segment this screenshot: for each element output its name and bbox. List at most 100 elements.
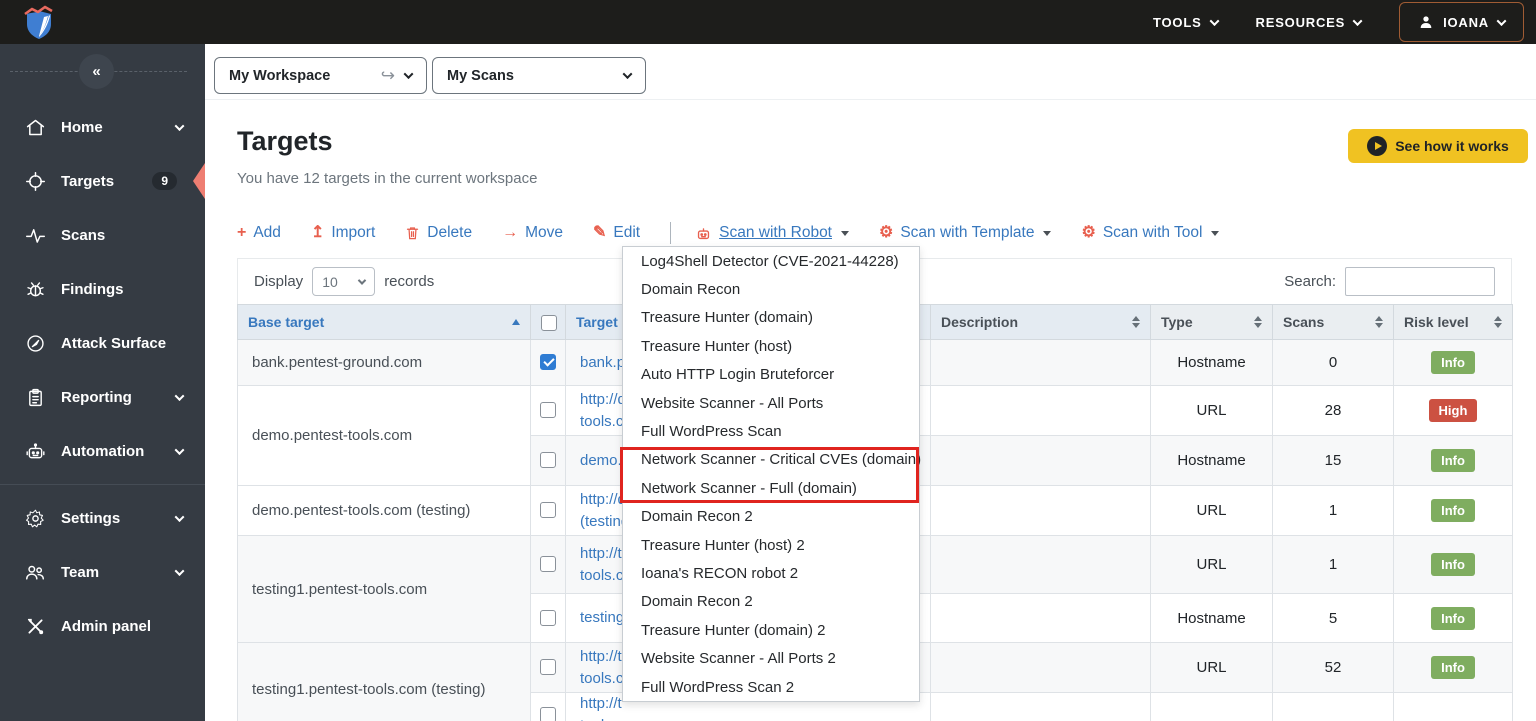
target-link[interactable]: tools.c <box>580 715 930 721</box>
robot-menu-item[interactable]: Domain Recon 2 <box>623 503 919 531</box>
robot-menu-item[interactable]: Full WordPress Scan 2 <box>623 673 919 701</box>
column-header-type[interactable]: Type <box>1150 304 1273 340</box>
workspace-bar: My Workspace ↪ My Scans <box>205 44 1536 100</box>
sort-icon <box>1494 316 1502 328</box>
sidebar-item-label: Home <box>61 118 103 136</box>
row-checkbox-cell <box>530 642 566 693</box>
robot-menu-item[interactable]: Log4Shell Detector (CVE-2021-44228) <box>623 247 919 275</box>
row-checkbox[interactable] <box>540 402 556 419</box>
sidebar-item-home[interactable]: Home <box>0 100 205 154</box>
row-checkbox[interactable] <box>540 556 556 573</box>
sort-ascending-icon <box>512 319 520 325</box>
robot-menu-item[interactable]: Treasure Hunter (domain) <box>623 304 919 332</box>
robot-menu-item[interactable]: Domain Recon <box>623 275 919 303</box>
sidebar-item-label: Settings <box>61 509 121 527</box>
trash-icon <box>405 225 420 241</box>
robot-menu-item[interactable]: Treasure Hunter (host) <box>623 332 919 360</box>
type-cell <box>1150 692 1273 721</box>
sidebar-item-admin-panel[interactable]: Admin panel <box>0 599 205 653</box>
sidebar-item-label: Admin panel <box>61 617 152 635</box>
add-label: Add <box>253 224 281 241</box>
column-header-scans[interactable]: Scans <box>1272 304 1394 340</box>
sidebar-item-automation[interactable]: Automation <box>0 424 205 478</box>
row-checkbox[interactable] <box>540 452 556 469</box>
see-how-it-works-label: See how it works <box>1395 138 1509 154</box>
risk-cell: High <box>1393 385 1513 436</box>
description-cell <box>930 593 1151 643</box>
scan-with-template-label: Scan with Template <box>900 224 1035 241</box>
scan-with-robot-button[interactable]: Scan with Robot <box>695 224 849 242</box>
row-checkbox-cell <box>530 485 566 536</box>
row-checkbox[interactable] <box>540 502 556 519</box>
chevron-down-icon <box>174 565 185 576</box>
robot-menu-item[interactable]: Treasure Hunter (domain) 2 <box>623 616 919 644</box>
search-input[interactable] <box>1345 267 1495 296</box>
import-button[interactable]: ↥ Import <box>311 224 375 242</box>
page-length-value: 10 <box>322 273 338 290</box>
shield-logo-icon <box>20 3 58 41</box>
scan-with-tool-button[interactable]: ⚙ Scan with Tool <box>1081 224 1220 242</box>
row-checkbox[interactable] <box>540 706 556 721</box>
robot-menu-item[interactable]: Network Scanner - Full (domain) <box>623 474 919 502</box>
scan-with-template-button[interactable]: ⚙ Scan with Template <box>879 224 1052 242</box>
collapse-sidebar-button[interactable]: « <box>79 54 114 89</box>
sidebar-item-settings[interactable]: Settings <box>0 491 205 545</box>
row-checkbox[interactable] <box>540 659 556 676</box>
divider <box>0 484 205 485</box>
description-cell <box>930 535 1151 594</box>
select-all-checkbox[interactable] <box>541 314 557 331</box>
sidebar-item-attack-surface[interactable]: Attack Surface <box>0 316 205 370</box>
risk-cell: Info <box>1393 485 1513 536</box>
nav-tools[interactable]: TOOLS <box>1153 14 1219 30</box>
sidebar-item-label: Scans <box>61 226 106 244</box>
robot-menu-item[interactable]: Treasure Hunter (host) 2 <box>623 531 919 559</box>
plus-icon: + <box>237 224 247 241</box>
select-all-header[interactable] <box>530 304 566 340</box>
sidebar-item-scans[interactable]: Scans <box>0 208 205 262</box>
user-menu[interactable]: IOANA <box>1399 2 1524 42</box>
share-arrow-icon: ↪ <box>380 65 395 85</box>
home-icon <box>24 116 46 138</box>
chevron-down-icon <box>174 511 185 522</box>
sidebar-item-findings[interactable]: Findings <box>0 262 205 316</box>
nav-resources[interactable]: RESOURCES <box>1255 14 1363 30</box>
target-header-label: Target <box>576 314 618 330</box>
row-checkbox[interactable] <box>540 609 556 626</box>
robot-menu-item[interactable]: Ioana's RECON robot 2 <box>623 559 919 587</box>
column-header-description[interactable]: Description <box>930 304 1151 340</box>
row-checkbox-cell <box>530 339 566 386</box>
chevron-down-icon <box>174 390 185 401</box>
robot-menu-item[interactable]: Website Scanner - All Ports <box>623 389 919 417</box>
app-logo[interactable] <box>20 3 58 41</box>
see-how-it-works-button[interactable]: See how it works <box>1348 129 1528 163</box>
scans-selector[interactable]: My Scans <box>432 57 646 94</box>
edit-button[interactable]: ✎ Edit <box>593 224 640 242</box>
type-cell: URL <box>1150 385 1273 436</box>
workspace-selector[interactable]: My Workspace ↪ <box>214 57 427 94</box>
page-length-select[interactable]: 10 <box>312 267 376 296</box>
description-cell <box>930 435 1151 486</box>
add-button[interactable]: + Add <box>237 224 281 242</box>
robot-menu-item[interactable]: Domain Recon 2 <box>623 588 919 616</box>
column-header-risk-level[interactable]: Risk level <box>1393 304 1513 340</box>
move-button[interactable]: → Move <box>502 224 563 242</box>
arrow-right-icon: → <box>502 224 519 241</box>
robot-menu-item[interactable]: Website Scanner - All Ports 2 <box>623 644 919 672</box>
nav-resources-label: RESOURCES <box>1255 14 1346 30</box>
risk-cell: Info <box>1393 642 1513 693</box>
sidebar-item-targets[interactable]: Targets 9 <box>0 154 205 208</box>
robot-menu-item[interactable]: Full WordPress Scan <box>623 417 919 445</box>
chevron-down-icon <box>403 69 414 80</box>
sort-icon <box>1132 316 1140 328</box>
import-label: Import <box>331 224 376 241</box>
column-header-base-target[interactable]: Base target <box>237 304 531 340</box>
robot-menu-item[interactable]: Network Scanner - Critical CVEs (domain) <box>623 446 921 474</box>
sidebar-item-team[interactable]: Team <box>0 545 205 599</box>
robot-menu-item[interactable]: Auto HTTP Login Bruteforcer <box>623 361 919 389</box>
type-cell: URL <box>1150 485 1273 536</box>
sidebar-item-reporting[interactable]: Reporting <box>0 370 205 424</box>
nav-tools-label: TOOLS <box>1153 14 1202 30</box>
delete-button[interactable]: Delete <box>405 224 472 242</box>
risk-badge: Info <box>1431 553 1475 576</box>
row-checkbox[interactable] <box>540 354 556 371</box>
